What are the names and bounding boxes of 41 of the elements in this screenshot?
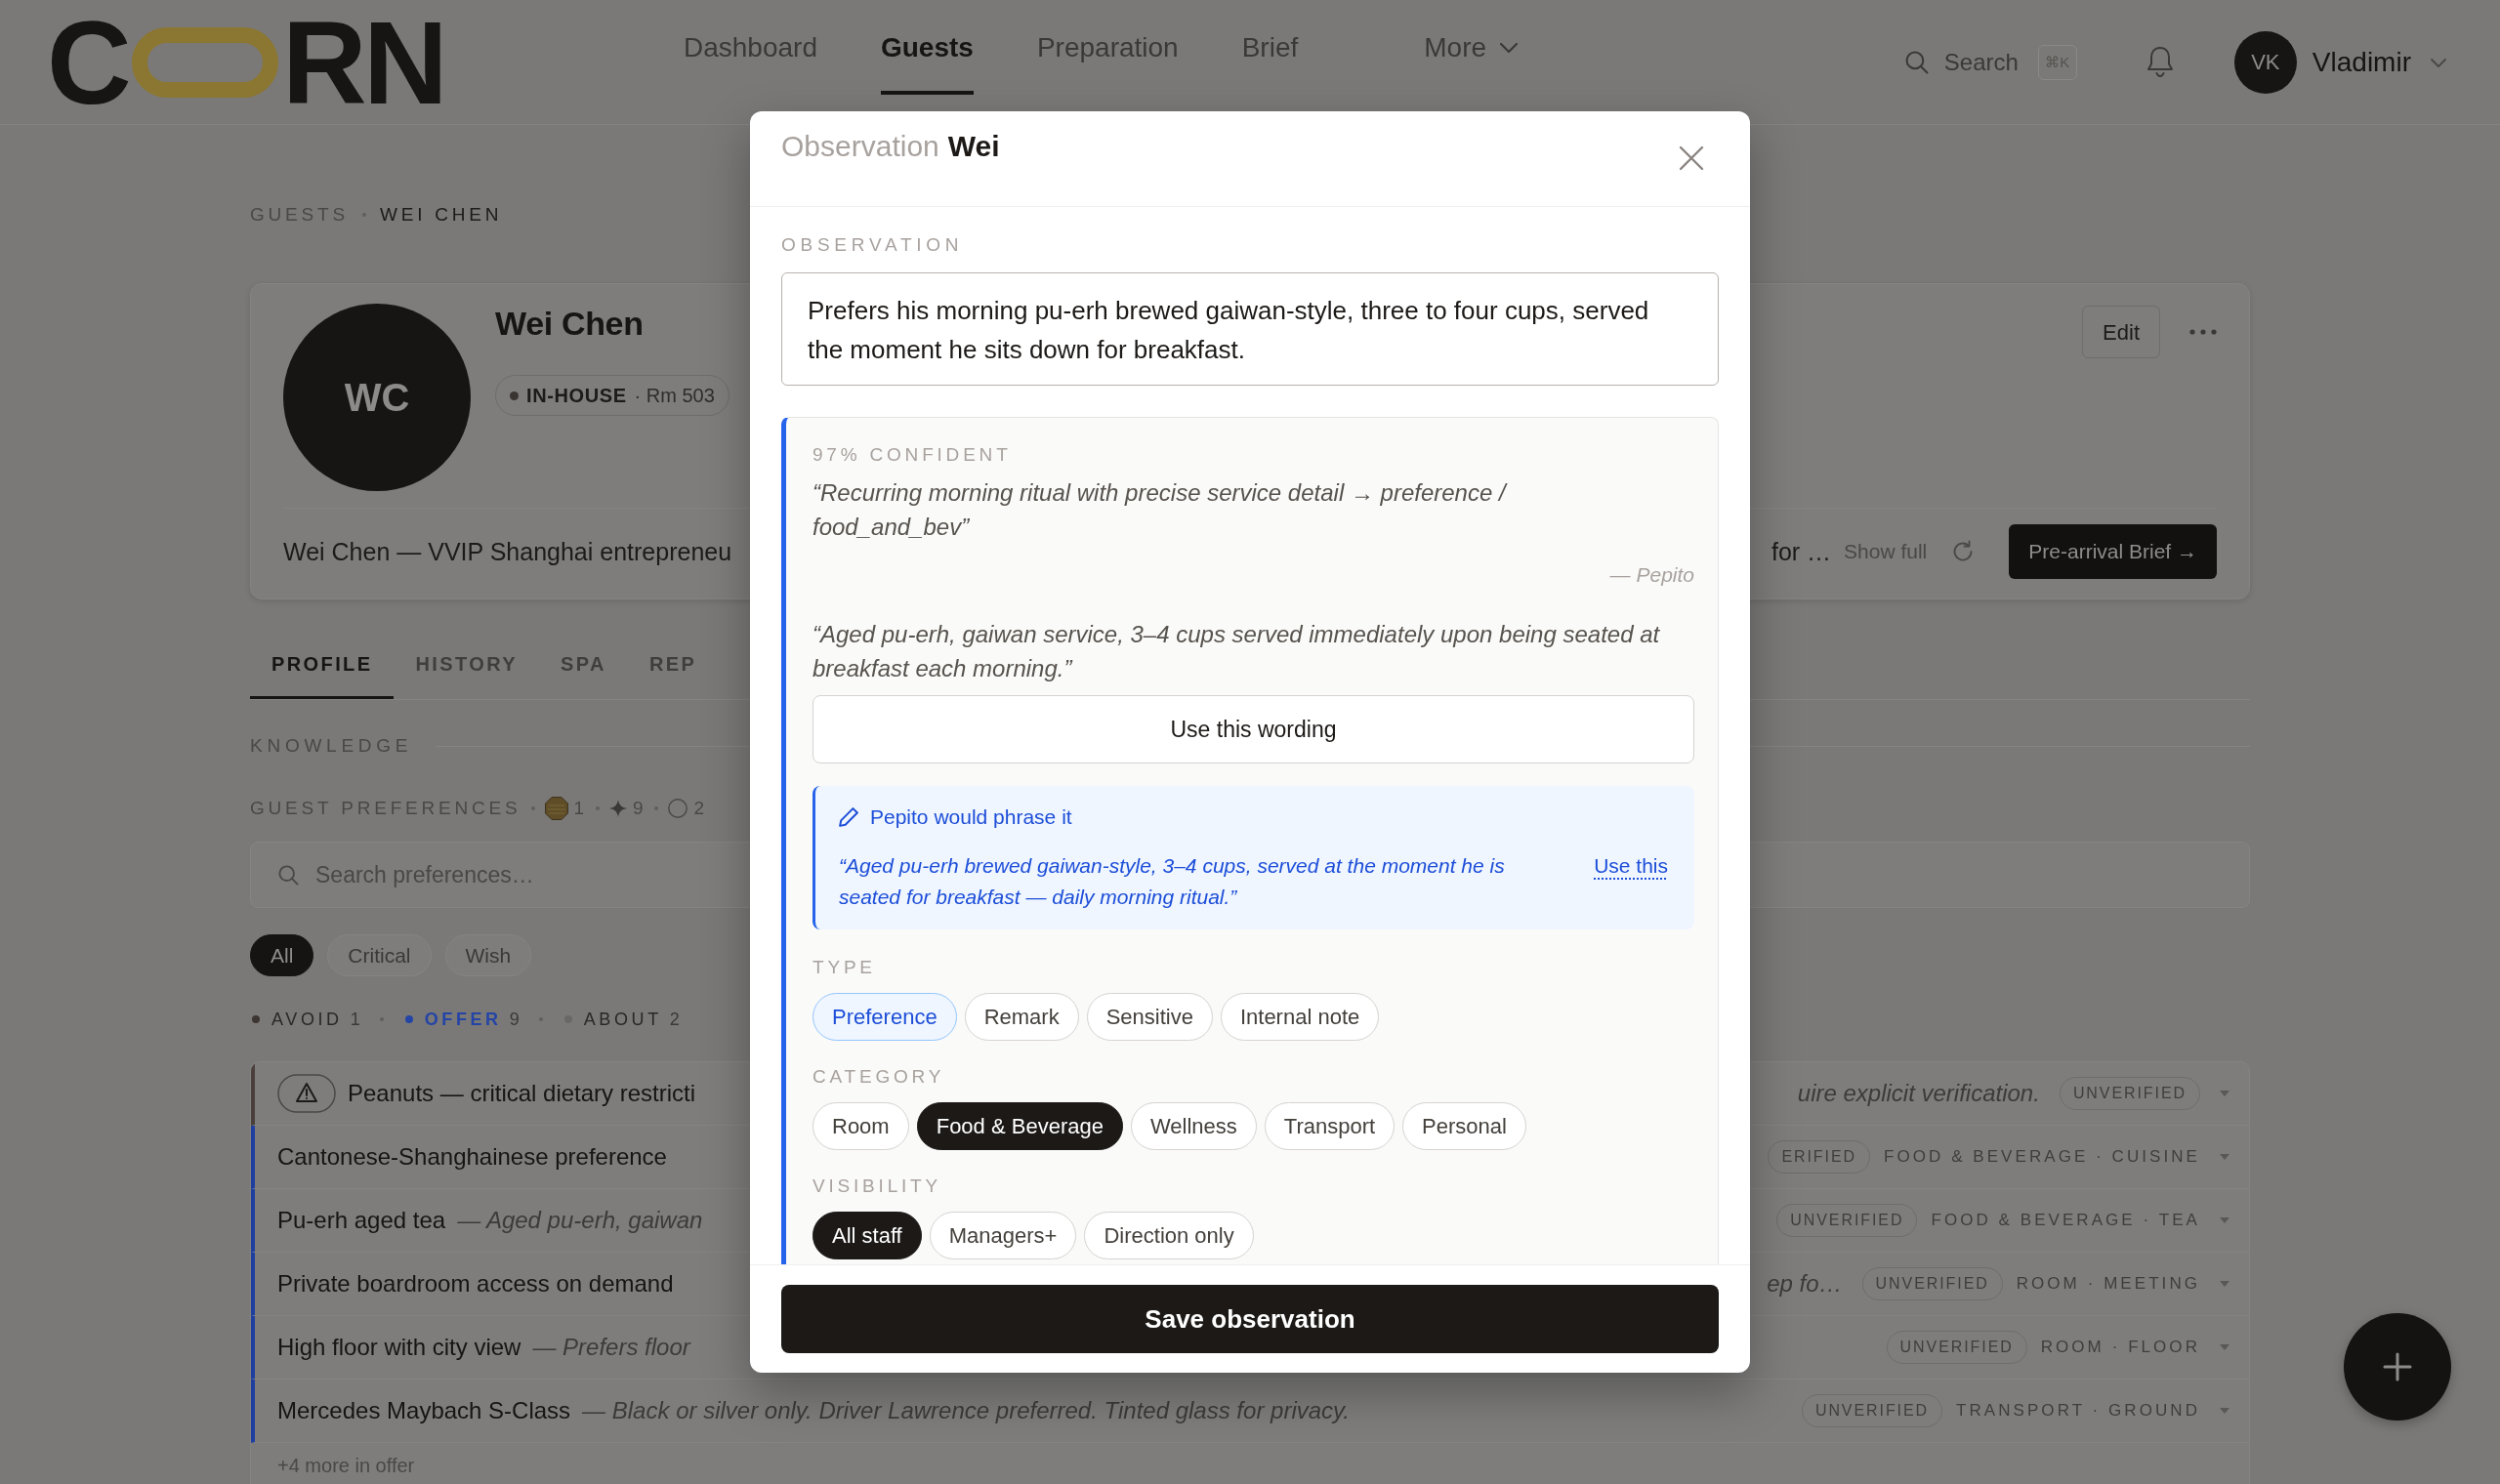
category-label: FOOD & BEVERAGE · TEA xyxy=(1931,1210,2200,1232)
confidence-label: 97% CONFIDENT xyxy=(812,443,1013,467)
preference-note: — Prefers floor xyxy=(532,1333,690,1362)
logo-text: RN xyxy=(282,4,445,121)
preference-note: — Aged pu-erh, gaiwan xyxy=(457,1206,703,1235)
user-avatar: VK xyxy=(2233,31,2297,94)
preference-title: Mercedes Maybach S-Class xyxy=(277,1396,571,1425)
guest-summary: Wei Chen — VVIP Shanghai entrepreneu xyxy=(283,537,732,566)
count-value: 9 xyxy=(509,1009,520,1031)
option-group-label: CATEGORY xyxy=(812,1065,946,1089)
field-label: OBSERVATION xyxy=(781,233,965,257)
guest-name: Wei Chen xyxy=(495,304,644,343)
breadcrumb-current: WEI CHEN xyxy=(379,203,503,227)
preference-title: Peanuts — critical dietary restricti xyxy=(348,1079,696,1108)
status-text: IN-HOUSE xyxy=(526,384,627,407)
guest-avatar: WC xyxy=(283,304,471,491)
preference-title: Pu-erh aged tea xyxy=(277,1206,446,1235)
preference-title: Private boardroom access on demand xyxy=(277,1269,674,1298)
preference-note: ep fo… xyxy=(1767,1269,1843,1298)
room-number: · Rm 503 xyxy=(634,384,715,407)
dialog-title: Observation xyxy=(781,129,939,164)
suggested-wording: “Aged pu-erh, gaiwan service, 3–4 cups served immediately upon being seated at breakfast each morning.” xyxy=(812,620,1661,683)
category-label: ROOM · MEETING xyxy=(2016,1273,2200,1296)
author-credit: — Pepito xyxy=(1608,563,1694,587)
guest-first-name: Wei xyxy=(947,129,1000,164)
count-value: 2 xyxy=(669,1009,680,1031)
rephrase-text: “Aged pu-erh brewed gaiwan-style, 3–4 cups, served at the moment he is seated for breakfast — daily morning ritual.” xyxy=(839,853,1506,910)
category-label: FOOD & BEVERAGE · CUISINE xyxy=(1884,1146,2200,1169)
category-label: TRANSPORT · GROUND xyxy=(1956,1400,2200,1422)
preference-title: High floor with city view xyxy=(277,1333,521,1362)
preference-note: uire explicit verification. xyxy=(1797,1079,2040,1108)
preference-title: Cantonese-Shanghainese preference xyxy=(277,1142,667,1172)
guest-summary: for … xyxy=(1771,537,1832,566)
reasoning-text: “Recurring morning ritual with precise service detail → preference / food_and_bev” xyxy=(812,478,1509,542)
option-group-label: VISIBILITY xyxy=(812,1175,942,1198)
category-label: ROOM · FLOOR xyxy=(2040,1337,2200,1359)
rephrase-heading: Pepito would phrase it xyxy=(870,805,1072,829)
option-group-label: TYPE xyxy=(812,956,877,979)
logo-text: C xyxy=(47,4,129,121)
preference-note: — Black or silver only. Driver Lawrence preferred. Tinted glass for privacy. xyxy=(582,1396,1350,1425)
count-value: 1 xyxy=(350,1009,360,1031)
